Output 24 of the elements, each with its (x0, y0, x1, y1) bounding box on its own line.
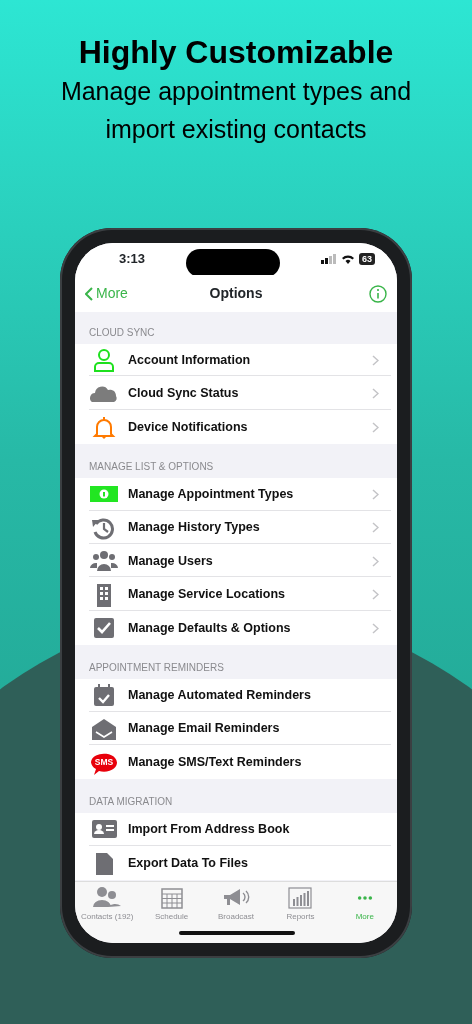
wifi-icon (341, 254, 355, 264)
section-header: CLOUD SYNC (89, 327, 155, 338)
chevron-icon (372, 488, 379, 500)
chevron-icon (372, 421, 379, 433)
subtitle: Manage appointment types and import existing contacts (59, 76, 413, 145)
section-header: DATA MIGRATION (89, 796, 173, 808)
more-icon (356, 895, 373, 901)
battery-level: 63 (359, 253, 375, 265)
chevron-icon (372, 555, 379, 567)
back-chevron-icon (85, 286, 93, 301)
headline: Highly Customizable (77, 33, 395, 72)
envelope-icon (89, 716, 119, 741)
section-header: APPOINTMENT REMINDERS (89, 662, 224, 674)
section-header: MANAGE LIST & OPTIONS (89, 461, 214, 473)
chevron-icon (372, 354, 379, 366)
chevron-icon (372, 388, 379, 400)
screen-title: Options (209, 285, 263, 301)
info-icon[interactable] (369, 284, 387, 303)
chevron-icon (372, 522, 379, 534)
chevron-icon (372, 622, 379, 634)
status-time: 3:13 (119, 250, 146, 269)
signal-icon (321, 254, 337, 264)
chevron-icon (372, 589, 379, 601)
users-icon (89, 549, 119, 574)
